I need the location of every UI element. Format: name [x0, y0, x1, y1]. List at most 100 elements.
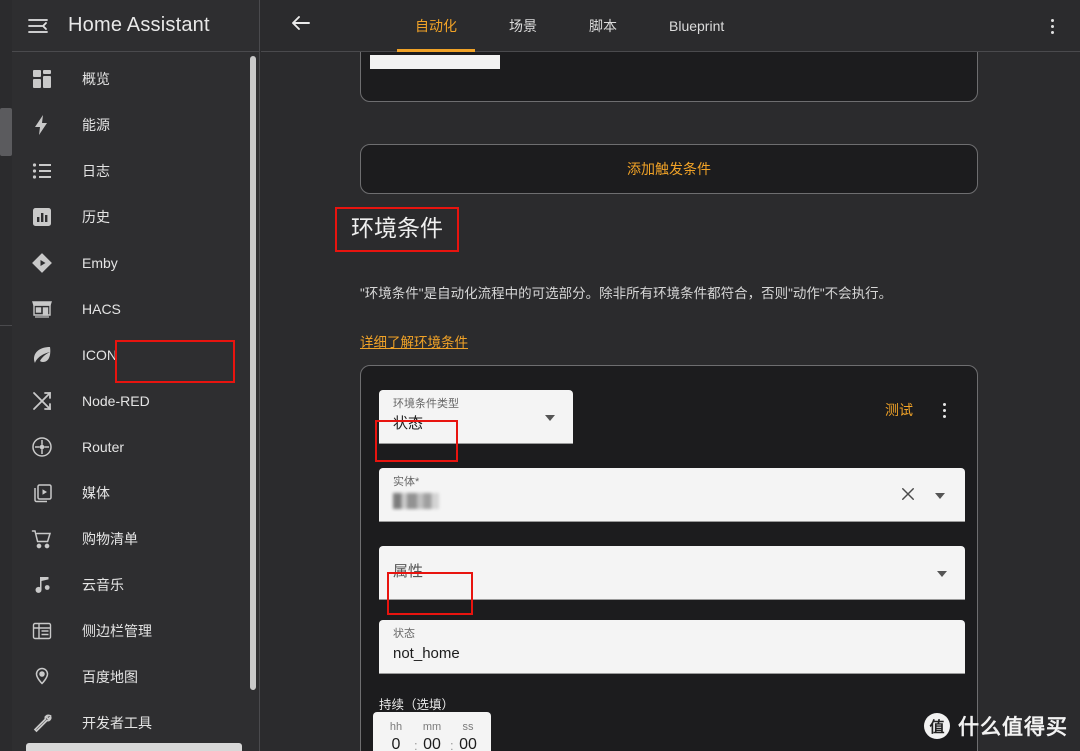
- play-box-multiple-icon: [30, 481, 54, 505]
- duration-hours-unit: hh: [389, 721, 403, 733]
- sidebar-item-shopping-list[interactable]: 购物清单: [12, 516, 259, 562]
- tab-scene[interactable]: 场景: [483, 0, 563, 52]
- tab-label: 脚本: [589, 17, 617, 34]
- sidebar-item-baidu-map[interactable]: 百度地图: [12, 654, 259, 700]
- condition-card: 测试 环境条件类型 状态 实体* 属性 状态 not_home 持续（选填） h…: [360, 365, 978, 751]
- add-trigger-label: 添加触发条件: [627, 161, 711, 177]
- duration-minutes-value: 00: [423, 736, 441, 751]
- browser-left-edge: [0, 0, 12, 751]
- sidebar-item-logbook[interactable]: 日志: [12, 148, 259, 194]
- entity-value-redacted: [393, 493, 439, 509]
- condition-type-select[interactable]: 环境条件类型 状态: [379, 390, 573, 444]
- sidebar-item-label: 购物清单: [82, 531, 138, 547]
- back-button[interactable]: [277, 2, 325, 50]
- state-label: 状态: [393, 628, 415, 640]
- tab-blueprint[interactable]: Blueprint: [643, 0, 750, 52]
- top-toolbar: 自动化 场景 脚本 Blueprint: [261, 0, 1080, 52]
- sidebar-title: Home Assistant: [68, 14, 210, 36]
- test-button[interactable]: 测试: [885, 400, 913, 420]
- close-icon[interactable]: [899, 485, 917, 503]
- attribute-placeholder: 属性: [393, 563, 424, 580]
- tab-script[interactable]: 脚本: [563, 0, 643, 52]
- duration-minutes-unit: mm: [422, 721, 442, 733]
- chart-box-icon: [30, 205, 54, 229]
- section-description: "环境条件"是自动化流程中的可选部分。除非所有环境条件都符合，否则"动作"不会执…: [360, 286, 893, 301]
- sidebar-item-label: 历史: [82, 209, 110, 225]
- sidebar-item-icon[interactable]: ICON: [12, 332, 259, 378]
- sidebar-item-energy[interactable]: 能源: [12, 102, 259, 148]
- sidebar-item-developer-tools[interactable]: 开发者工具: [12, 700, 259, 746]
- hammer-wrench-icon: [30, 711, 54, 735]
- sidebar-item-history[interactable]: 历史: [12, 194, 259, 240]
- state-input[interactable]: 状态 not_home: [379, 620, 965, 674]
- state-value: not_home: [393, 645, 460, 662]
- view-dashboard-icon: [30, 67, 54, 91]
- duration-input[interactable]: hh 0 : mm 00 : ss 00: [373, 712, 491, 751]
- duration-label: 持续（选填）: [379, 698, 455, 712]
- attribute-select[interactable]: 属性: [379, 546, 965, 600]
- chevron-down-icon[interactable]: [545, 415, 555, 421]
- sidebar-item-label: 日志: [82, 163, 110, 179]
- browser-scrollbar-thumb[interactable]: [0, 108, 12, 156]
- sidebar-item-overview[interactable]: 概览: [12, 56, 259, 102]
- condition-type-label: 环境条件类型: [393, 398, 459, 410]
- chevron-down-icon[interactable]: [937, 571, 947, 577]
- view-list-icon: [30, 619, 54, 643]
- dot: [942, 414, 946, 418]
- duration-seconds[interactable]: ss 00: [453, 720, 483, 751]
- lightning-bolt-icon: [30, 113, 54, 137]
- dot: [1050, 24, 1054, 28]
- tab-label: 自动化: [415, 17, 457, 34]
- sidebar-item-label: ICON: [82, 347, 117, 363]
- sidebar-item-node-red[interactable]: Node-RED: [12, 378, 259, 424]
- sidebar-scrollbar[interactable]: [250, 56, 256, 690]
- sidebar-item-label: 侧边栏管理: [82, 623, 152, 639]
- dot: [942, 402, 946, 406]
- required-marker: *: [415, 476, 420, 488]
- emby-diamond-icon: [30, 251, 54, 275]
- dot: [1050, 30, 1054, 34]
- tab-label: Blueprint: [669, 17, 725, 34]
- sidebar-item-router[interactable]: Router: [12, 424, 259, 470]
- scroll-content: 添加触发条件 环境条件 "环境条件"是自动化流程中的可选部分。除非所有环境条件都…: [261, 32, 1080, 751]
- entity-picker[interactable]: 实体*: [379, 468, 965, 522]
- store-icon: [30, 297, 54, 321]
- add-trigger-button[interactable]: 添加触发条件: [360, 144, 978, 194]
- sidebar-item-label: Router: [82, 439, 125, 455]
- format-list-bulleted-icon: [30, 159, 54, 183]
- dots-vertical-icon[interactable]: [1040, 14, 1064, 38]
- app-root: Home Assistant 概览 能源 日志 历史 Emby HACS ICO…: [0, 0, 1080, 751]
- hamburger-collapse-icon[interactable]: [26, 14, 50, 38]
- map-marker-icon: [30, 665, 54, 689]
- condition-card-dots-vertical-icon[interactable]: [933, 398, 955, 422]
- duration-hours[interactable]: hh 0: [381, 720, 411, 751]
- duration-hours-value: 0: [391, 736, 401, 751]
- sidebar-item-sidebar-manage[interactable]: 侧边栏管理: [12, 608, 259, 654]
- learn-more-link[interactable]: 详细了解环境条件: [360, 331, 468, 351]
- tab-label: 场景: [509, 17, 537, 34]
- sidebar-item-emby[interactable]: Emby: [12, 240, 259, 286]
- sidebar-item-cloud-music[interactable]: 云音乐: [12, 562, 259, 608]
- page-title: 环境条件: [351, 215, 443, 241]
- sidebar-item-label: 云音乐: [82, 577, 124, 593]
- duration-seconds-unit: ss: [462, 721, 474, 733]
- sidebar-header: Home Assistant: [12, 0, 259, 52]
- dot: [942, 408, 946, 412]
- tab-automation[interactable]: 自动化: [389, 0, 483, 52]
- sidebar-item-hacs[interactable]: HACS: [12, 286, 259, 332]
- sidebar-item-label: 百度地图: [82, 669, 138, 685]
- sidebar-item-label: HACS: [82, 301, 121, 317]
- sidebar-item-label: Emby: [82, 255, 118, 271]
- duration-minutes[interactable]: mm 00: [417, 720, 447, 751]
- chevron-down-icon[interactable]: [935, 493, 945, 499]
- sidebar-item-label: Node-RED: [82, 393, 150, 409]
- sidebar-item-label: 能源: [82, 117, 110, 133]
- sidebar-item-media[interactable]: 媒体: [12, 470, 259, 516]
- condition-type-value: 状态: [393, 415, 424, 432]
- trigger-card-field[interactable]: [370, 55, 500, 69]
- router-network-icon: [30, 435, 54, 459]
- music-note-icon: [30, 573, 54, 597]
- sidebar-item-label: 媒体: [82, 485, 110, 501]
- cart-icon: [30, 527, 54, 551]
- duration-seconds-value: 00: [459, 736, 477, 751]
